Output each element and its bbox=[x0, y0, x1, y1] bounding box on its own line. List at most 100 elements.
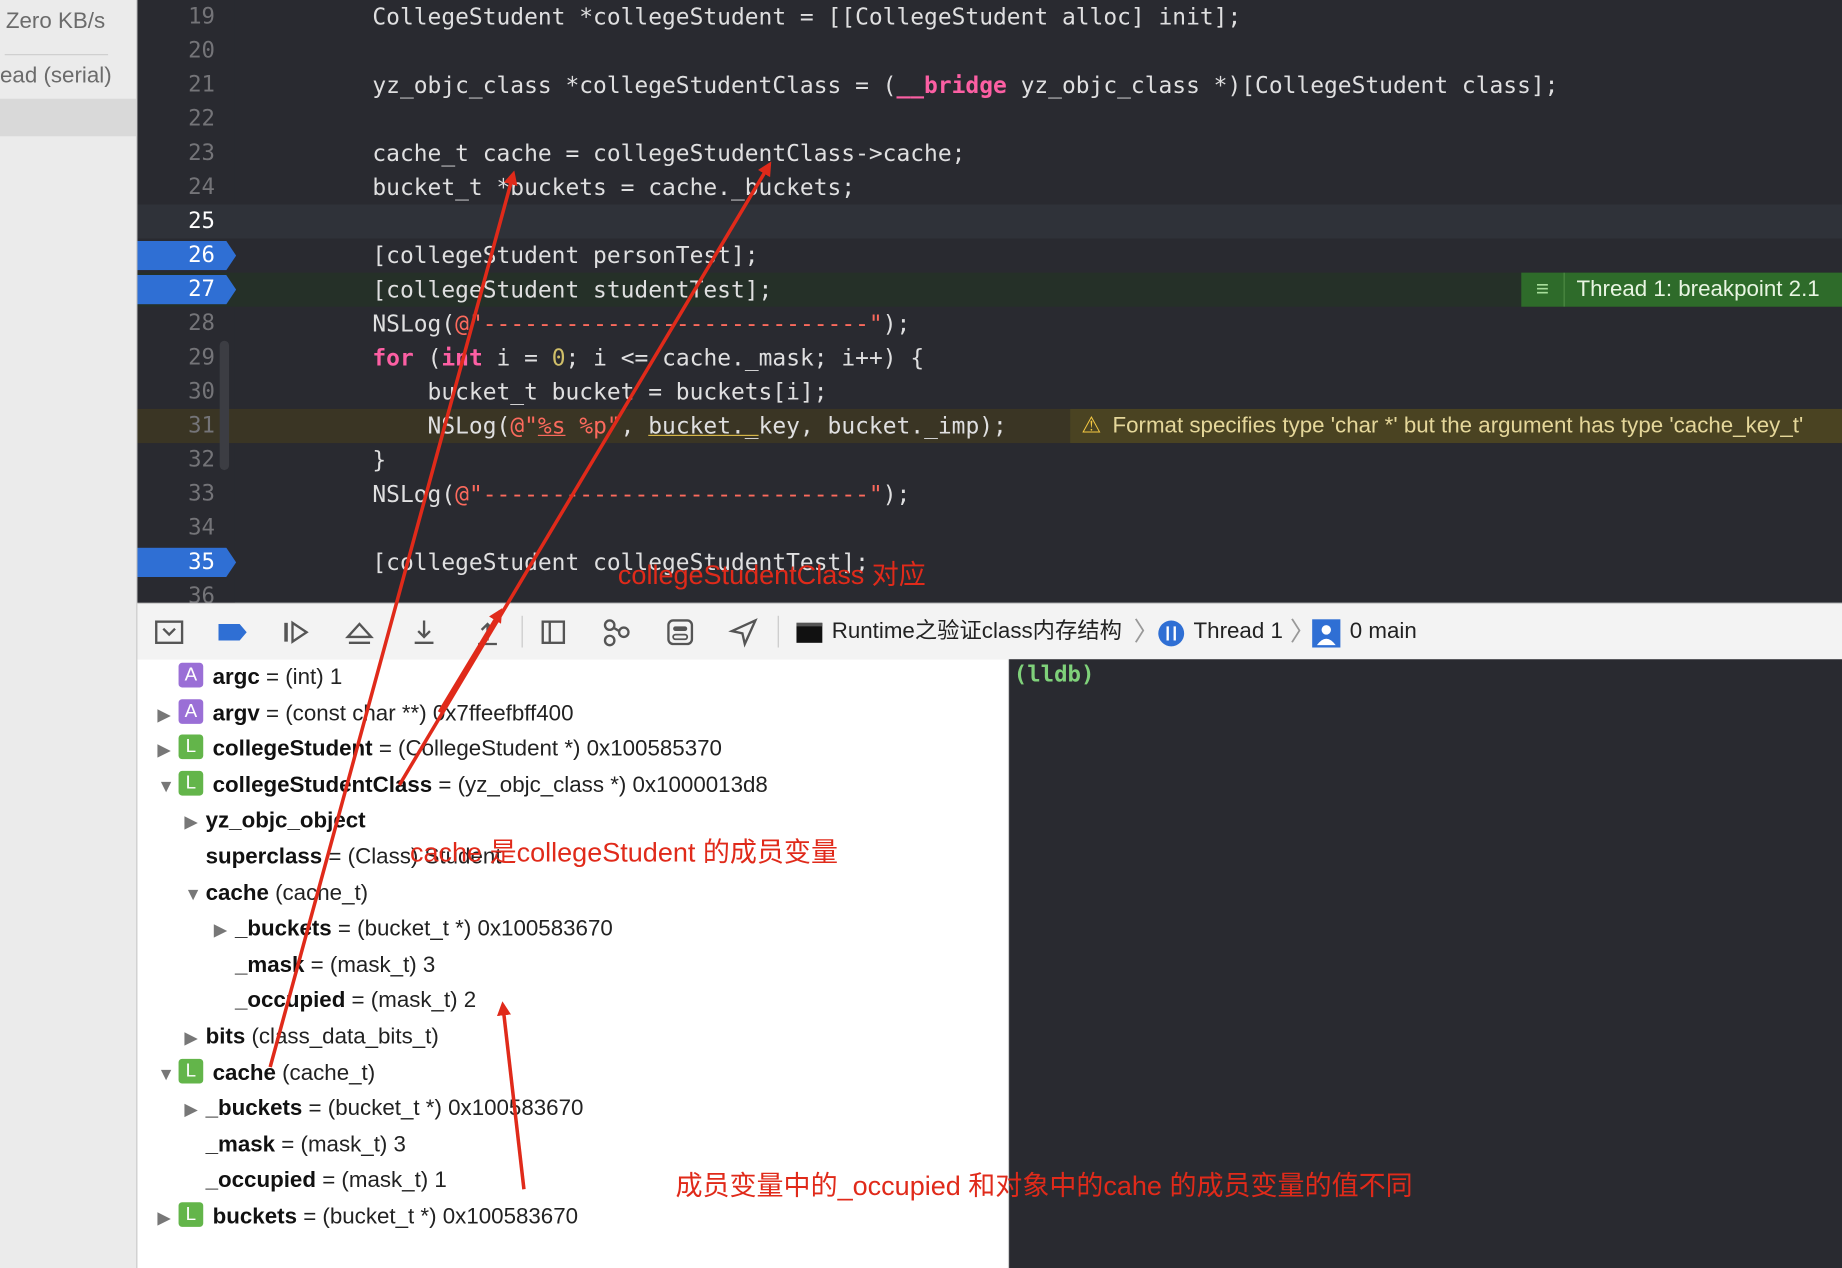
thread-queue-label[interactable]: ead (serial) bbox=[0, 63, 136, 89]
line-number: 22 bbox=[188, 105, 215, 132]
user-frame-icon bbox=[1310, 617, 1343, 650]
variable-row[interactable]: Aargc = (int) 1 bbox=[157, 660, 342, 695]
variable-name: _occupied bbox=[234, 988, 346, 1013]
local-badge: L bbox=[178, 1202, 204, 1228]
disclosure-triangle-icon[interactable]: ▶ bbox=[184, 805, 205, 840]
code-text: NSLog(@"----------------------------"); bbox=[372, 480, 911, 508]
breakpoints-toggle-button[interactable] bbox=[216, 616, 249, 649]
code-line[interactable]: 30 bucket_t bucket = buckets[i]; bbox=[137, 375, 1842, 409]
variable-value: = (CollegeStudent *) 0x100585370 bbox=[372, 736, 722, 762]
code-line[interactable]: 19 CollegeStudent *collegeStudent = [[Co… bbox=[137, 0, 1842, 34]
variable-value: (cache_t) bbox=[268, 881, 369, 907]
hide-debug-area-button[interactable] bbox=[153, 616, 186, 649]
variable-row[interactable]: _mask = (mask_t) 3 bbox=[206, 1128, 406, 1163]
variable-value: = (int) 1 bbox=[259, 665, 343, 690]
code-line[interactable]: 24 bucket_t *buckets = cache._buckets; bbox=[137, 170, 1842, 204]
disclosure-triangle-expanded-icon[interactable]: ▼ bbox=[157, 1058, 178, 1093]
breadcrumb-thread[interactable]: Thread 1 bbox=[1194, 604, 1283, 659]
code-text: } bbox=[372, 446, 387, 474]
variable-row[interactable]: ▶ yz_objc_object bbox=[184, 804, 365, 839]
code-line[interactable]: 26 [collegeStudent personTest]; bbox=[137, 239, 1842, 273]
line-number: 23 bbox=[188, 139, 215, 166]
variable-row[interactable]: ▶ Lbuckets = (bucket_t *) 0x100583670 bbox=[157, 1200, 578, 1235]
line-number: 24 bbox=[188, 173, 215, 200]
disclosure-triangle-icon[interactable]: ▶ bbox=[184, 1093, 205, 1128]
line-number: 36 bbox=[188, 582, 215, 603]
warning-banner[interactable]: ⚠ Format specifies type 'char *' but the … bbox=[1070, 408, 1842, 444]
variable-row[interactable]: _mask = (mask_t) 3 bbox=[235, 948, 435, 983]
current-line[interactable]: 25 bbox=[137, 204, 1842, 239]
step-over-button[interactable] bbox=[343, 616, 376, 649]
code-text: [collegeStudent studentTest]; bbox=[372, 276, 773, 304]
code-line[interactable]: 36 bbox=[137, 579, 1842, 603]
argument-badge: A bbox=[178, 663, 204, 689]
code-line[interactable]: 21 yz_objc_class *collegeStudentClass = … bbox=[137, 68, 1842, 102]
variable-row[interactable]: ▶ Aargv = (const char **) 0x7ffeefbff400 bbox=[157, 697, 574, 733]
variable-row[interactable]: ▼ LcollegeStudentClass = (yz_objc_class *… bbox=[157, 769, 768, 805]
variable-value: = (yz_objc_class *) 0x1000013d8 bbox=[432, 773, 768, 798]
debug-view-hierarchy-button[interactable] bbox=[537, 616, 570, 649]
breadcrumb-process[interactable]: Runtime之验证class内存结构 bbox=[832, 604, 1122, 659]
breadcrumb-frame[interactable]: 0 main bbox=[1350, 604, 1417, 659]
code-line[interactable]: 20 bbox=[137, 34, 1842, 68]
code-line[interactable]: 32 } bbox=[137, 443, 1842, 477]
code-line[interactable]: 33 NSLog(@"----------------------------"… bbox=[137, 477, 1842, 511]
code-text: bucket_t bucket = buckets[i]; bbox=[372, 378, 828, 406]
code-line[interactable]: 35 [collegeStudent collegeStudentTest]; bbox=[137, 545, 1842, 579]
variable-row[interactable]: ▼ cache (cache_t) bbox=[184, 877, 368, 912]
variable-row[interactable]: ▶ LcollegeStudent = (CollegeStudent *) 0x… bbox=[157, 732, 722, 767]
line-number: 34 bbox=[188, 514, 215, 541]
code-line[interactable]: 29 for (int i = 0; i <= cache._mask; i++… bbox=[137, 341, 1842, 375]
variable-row[interactable]: ▶ _buckets = (bucket_t *) 0x100583670 bbox=[214, 912, 613, 947]
environment-overrides-button[interactable] bbox=[664, 616, 697, 649]
continue-button[interactable] bbox=[280, 616, 313, 649]
disclosure-triangle-expanded-icon[interactable]: ▼ bbox=[157, 770, 178, 805]
view-hierarchy-icon bbox=[541, 620, 566, 644]
code-line[interactable]: 23 cache_t cache = collegeStudentClass->… bbox=[137, 136, 1842, 170]
disclosure-triangle-icon[interactable]: ▶ bbox=[157, 733, 178, 768]
code-line[interactable]: 22 bbox=[137, 102, 1842, 136]
annotation-cache-note: cache 是collegeStudent 的成员变量 bbox=[409, 836, 838, 868]
debug-navigator: Zero KB/s ead (serial) bbox=[0, 0, 138, 1268]
variable-row[interactable]: _occupied = (mask_t) 1 bbox=[206, 1163, 447, 1198]
variable-row[interactable]: ▶ bits (class_data_bits_t) bbox=[184, 1020, 438, 1055]
breakpoint-banner[interactable]: ≡ Thread 1: breakpoint 2.1 bbox=[1521, 272, 1842, 307]
disclosure-triangle-expanded-icon[interactable]: ▼ bbox=[184, 878, 205, 913]
code-text: for (int i = 0; i <= cache._mask; i++) { bbox=[372, 344, 925, 372]
code-text: CollegeStudent *collegeStudent = [[Colle… bbox=[372, 3, 1242, 31]
thread-icon bbox=[1155, 617, 1188, 650]
argument-badge: A bbox=[178, 699, 204, 725]
variable-row[interactable]: ▼ Lcache (cache_t) bbox=[157, 1056, 375, 1091]
warning-banner-text: Format specifies type 'char *' but the a… bbox=[1112, 413, 1804, 439]
warning-icon: ⚠ bbox=[1081, 413, 1102, 439]
line-number: 26 bbox=[188, 242, 215, 268]
line-number: 32 bbox=[188, 446, 215, 473]
annotation-class-note: collegeStudentClass 对应 bbox=[617, 559, 926, 590]
divider bbox=[4, 54, 109, 56]
variable-row[interactable]: ▶ _buckets = (bucket_t *) 0x100583670 bbox=[184, 1092, 583, 1127]
location-icon bbox=[728, 618, 758, 648]
step-out-button[interactable] bbox=[471, 616, 504, 649]
xcode-window: Zero KB/s ead (serial) 19 CollegeStudent… bbox=[0, 0, 1842, 1268]
editor-scrollbar[interactable] bbox=[219, 340, 230, 471]
disclosure-triangle-icon[interactable]: ▶ bbox=[157, 698, 178, 733]
line-number: 33 bbox=[188, 480, 215, 507]
source-editor[interactable]: 19 CollegeStudent *collegeStudent = [[Co… bbox=[137, 0, 1842, 603]
variable-row[interactable]: _occupied = (mask_t) 2 bbox=[235, 984, 476, 1019]
disclosure-triangle-icon[interactable]: ▶ bbox=[157, 1201, 178, 1236]
code-line[interactable]: 28 NSLog(@"----------------------------"… bbox=[137, 307, 1842, 341]
variable-name: argc bbox=[212, 665, 260, 690]
selected-navigator-row[interactable] bbox=[0, 98, 137, 137]
memory-graph-button[interactable] bbox=[600, 616, 633, 649]
local-badge: L bbox=[178, 1059, 204, 1085]
variable-name: buckets bbox=[212, 1204, 297, 1230]
simulate-location-button[interactable] bbox=[727, 616, 760, 649]
disclosure-triangle-icon[interactable]: ▶ bbox=[214, 913, 235, 948]
line-number: 27 bbox=[188, 276, 215, 303]
code-line[interactable]: 34 bbox=[137, 511, 1842, 545]
step-into-button[interactable] bbox=[408, 616, 441, 649]
variable-value: (class_data_bits_t) bbox=[245, 1024, 439, 1050]
breakpoint-banner-text: Thread 1: breakpoint 2.1 bbox=[1576, 277, 1820, 303]
disclosure-triangle-icon[interactable]: ▶ bbox=[184, 1021, 205, 1056]
variable-name: yz_objc_object bbox=[205, 808, 366, 834]
